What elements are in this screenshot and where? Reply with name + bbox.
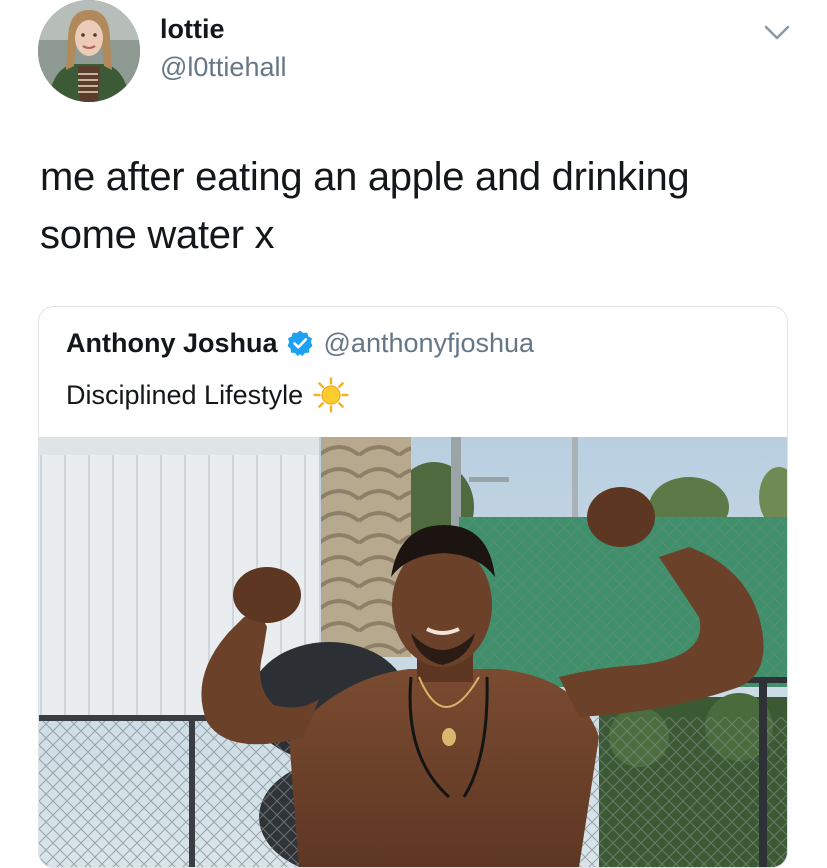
quoted-tweet-photo[interactable]	[39, 437, 787, 867]
author-avatar[interactable]	[38, 0, 140, 102]
verified-badge-icon	[287, 330, 313, 356]
quoted-handle[interactable]: @anthonyfjoshua	[324, 328, 535, 359]
quoted-tweet-header: Anthony Joshua @anthonyfjoshua	[66, 325, 534, 361]
tweet-text: me after eating an apple and drinking so…	[40, 148, 780, 264]
chevron-down-icon[interactable]	[764, 24, 790, 42]
sun-icon	[313, 377, 349, 413]
quoted-display-name[interactable]: Anthony Joshua	[66, 328, 278, 359]
author-handle[interactable]: @l0ttiehall	[160, 52, 286, 83]
tweet-text-line: some water x	[40, 213, 275, 257]
author-display-name[interactable]: lottie	[160, 14, 225, 45]
quoted-tweet-text: Disciplined Lifestyle	[66, 375, 349, 415]
quoted-text-label: Disciplined Lifestyle	[66, 379, 304, 410]
quoted-tweet-card[interactable]: Anthony Joshua @anthonyfjoshua Disciplin…	[38, 306, 788, 868]
tweet-text-line: me after eating an apple and drinking	[40, 155, 690, 199]
flexing-man-photo-icon	[39, 437, 787, 867]
profile-photo-icon	[38, 0, 140, 102]
tweet: lottie @l0ttiehall me after eating an ap…	[0, 0, 827, 868]
